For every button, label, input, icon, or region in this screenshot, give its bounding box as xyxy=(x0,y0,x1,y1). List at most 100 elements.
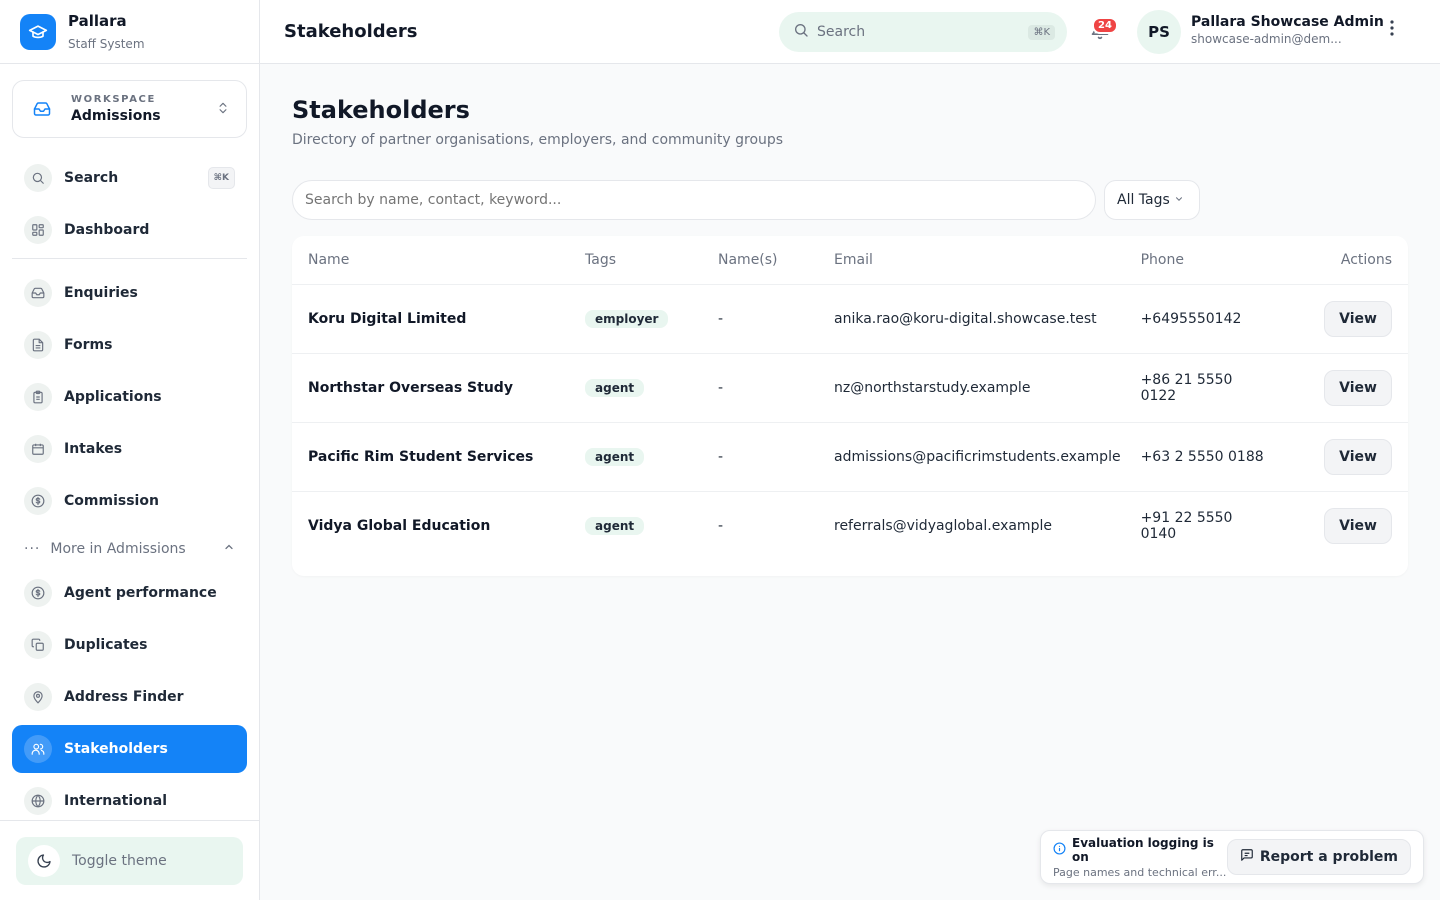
tag-cell: agent xyxy=(569,422,702,492)
sidebar-item-duplicates[interactable]: Duplicates xyxy=(12,621,247,669)
notification-badge: 24 xyxy=(1092,17,1118,34)
message-square-icon xyxy=(1240,848,1254,866)
sidebar-item-agent-performance[interactable]: Agent performance xyxy=(12,569,247,617)
workspace-label: WORKSPACE xyxy=(71,94,156,105)
tag-badge: agent xyxy=(585,378,645,397)
search-icon xyxy=(793,22,809,42)
stakeholder-email: anika.rao@koru-digital.showcase.test xyxy=(818,284,1125,354)
sidebar-item-international[interactable]: International xyxy=(12,777,247,825)
contact-names: - xyxy=(702,284,818,354)
actions-cell: View xyxy=(1284,422,1408,492)
tag-cell: agent xyxy=(569,491,702,560)
dollar-icon xyxy=(24,487,52,515)
sidebar-item-label: Search xyxy=(64,170,119,186)
clipboard-icon xyxy=(24,383,52,411)
actions-cell: View xyxy=(1285,491,1408,560)
page-subtitle: Directory of partner organisations, empl… xyxy=(292,132,784,148)
workspace-switcher[interactable]: WORKSPACE Admissions xyxy=(12,80,247,138)
sidebar-item-label: Enquiries xyxy=(64,285,138,301)
stakeholder-phone: +63 2 5550 0188 xyxy=(1124,422,1285,492)
chevrons-up-down-icon xyxy=(216,100,230,119)
sidebar-item-label: Intakes xyxy=(64,441,123,457)
inbox-icon xyxy=(33,100,51,118)
column-header-phone[interactable]: Phone xyxy=(1124,236,1285,285)
copy-icon xyxy=(24,631,52,659)
sidebar-item-stakeholders[interactable]: Stakeholders xyxy=(12,725,247,773)
user-email: showcase-admin@dem... xyxy=(1191,32,1342,46)
view-button[interactable]: View xyxy=(1324,507,1392,544)
page-title: Stakeholders xyxy=(292,96,470,124)
sidebar: Pallara Staff System WORKSPACE Admission… xyxy=(0,0,260,900)
evaluation-logging-toast: Evaluation logging is on Page names and … xyxy=(1040,830,1424,884)
sidebar-item-label: Stakeholders xyxy=(64,741,168,757)
nav-divider xyxy=(12,258,247,259)
brand-name: Pallara xyxy=(68,11,127,30)
table-row[interactable]: Vidya Global Education agent - referrals… xyxy=(292,491,1408,560)
sidebar-item-commission[interactable]: Commission xyxy=(12,477,247,525)
search-icon xyxy=(24,164,52,192)
tag-badge: agent xyxy=(585,447,645,466)
view-button[interactable]: View xyxy=(1324,369,1392,406)
chevron-up-icon xyxy=(223,541,235,557)
tag-filter-select[interactable]: All Tags xyxy=(1104,180,1200,220)
document-icon xyxy=(24,331,52,359)
sidebar-item-applications[interactable]: Applications xyxy=(12,373,247,421)
sidebar-item-label: Commission xyxy=(64,493,159,509)
globe-icon xyxy=(24,787,52,815)
sidebar-item-dashboard[interactable]: Dashboard xyxy=(12,206,247,254)
sidebar-item-forms[interactable]: Forms xyxy=(12,321,247,369)
stakeholder-search-input[interactable] xyxy=(292,180,1096,220)
actions-cell: View xyxy=(1284,353,1408,423)
tag-badge: agent xyxy=(585,516,645,535)
sidebar-item-search[interactable]: Search ⌘K xyxy=(12,154,247,202)
column-header-names[interactable]: Name(s) xyxy=(702,236,818,285)
brand[interactable]: Pallara Staff System xyxy=(0,0,259,64)
moon-icon xyxy=(28,845,60,877)
sidebar-item-enquiries[interactable]: Enquiries xyxy=(12,269,247,317)
stakeholder-name: Vidya Global Education xyxy=(308,517,491,534)
actions-cell: View xyxy=(1284,284,1408,354)
sidebar-item-intakes[interactable]: Intakes xyxy=(12,425,247,473)
dollar-icon xyxy=(24,579,52,607)
brand-subtitle: Staff System xyxy=(68,36,145,51)
tag-cell: employer xyxy=(569,284,702,354)
global-search-input[interactable]: Search ⌘K xyxy=(779,12,1067,52)
column-header-email[interactable]: Email xyxy=(818,236,1125,285)
toggle-theme-button[interactable]: Toggle theme xyxy=(16,837,243,885)
table-row[interactable]: Northstar Overseas Study agent - nz@nort… xyxy=(292,353,1408,423)
column-header-tags[interactable]: Tags xyxy=(569,236,702,285)
more-vertical-icon[interactable] xyxy=(1390,20,1394,41)
table-row[interactable]: Pacific Rim Student Services agent - adm… xyxy=(292,422,1408,492)
search-shortcut: ⌘K xyxy=(207,167,235,189)
report-problem-button[interactable]: Report a problem xyxy=(1226,839,1411,875)
sidebar-item-address-finder[interactable]: Address Finder xyxy=(12,673,247,721)
user-info[interactable]: Pallara Showcase Admin showcase-admin@de… xyxy=(1191,14,1384,46)
stakeholder-phone: +91 22 5550 0140 xyxy=(1140,509,1233,542)
theme-footer: Toggle theme xyxy=(0,820,259,900)
sidebar-item-label: Address Finder xyxy=(64,689,184,705)
stakeholder-phone: +86 21 5550 0122 xyxy=(1124,353,1285,423)
eval-subtitle: Page names and technical err... xyxy=(1053,865,1227,879)
sidebar-nav: Search ⌘K Dashboard Enquiries Forms Appl… xyxy=(0,154,259,825)
view-button[interactable]: View xyxy=(1324,300,1392,337)
contact-names: - xyxy=(702,422,818,492)
table-header-row: Name Tags Name(s) Email Phone Actions xyxy=(292,236,1408,285)
more-label: More in Admissions xyxy=(50,541,186,557)
column-header-name[interactable]: Name xyxy=(292,236,569,285)
more-in-admissions-toggle[interactable]: ··· More in Admissions xyxy=(12,529,247,569)
stakeholder-name: Koru Digital Limited xyxy=(292,284,569,354)
tag-badge: employer xyxy=(585,309,669,328)
tag-filter-value: All Tags xyxy=(1117,192,1170,208)
chevron-down-icon xyxy=(1174,194,1184,207)
avatar[interactable]: PS xyxy=(1137,10,1181,54)
sidebar-item-label: Agent performance xyxy=(64,585,217,601)
report-problem-label: Report a problem xyxy=(1259,849,1398,865)
header-title: Stakeholders xyxy=(284,21,418,42)
filter-bar: All Tags xyxy=(292,180,1408,220)
stakeholder-email: nz@northstarstudy.example xyxy=(818,353,1125,423)
view-button[interactable]: View xyxy=(1324,438,1392,475)
eval-title: Evaluation logging is on xyxy=(1072,835,1214,864)
users-icon xyxy=(24,735,52,763)
table-row[interactable]: Koru Digital Limited employer - anika.ra… xyxy=(292,284,1408,354)
stakeholder-email: referrals@vidyaglobal.example xyxy=(834,517,1052,534)
